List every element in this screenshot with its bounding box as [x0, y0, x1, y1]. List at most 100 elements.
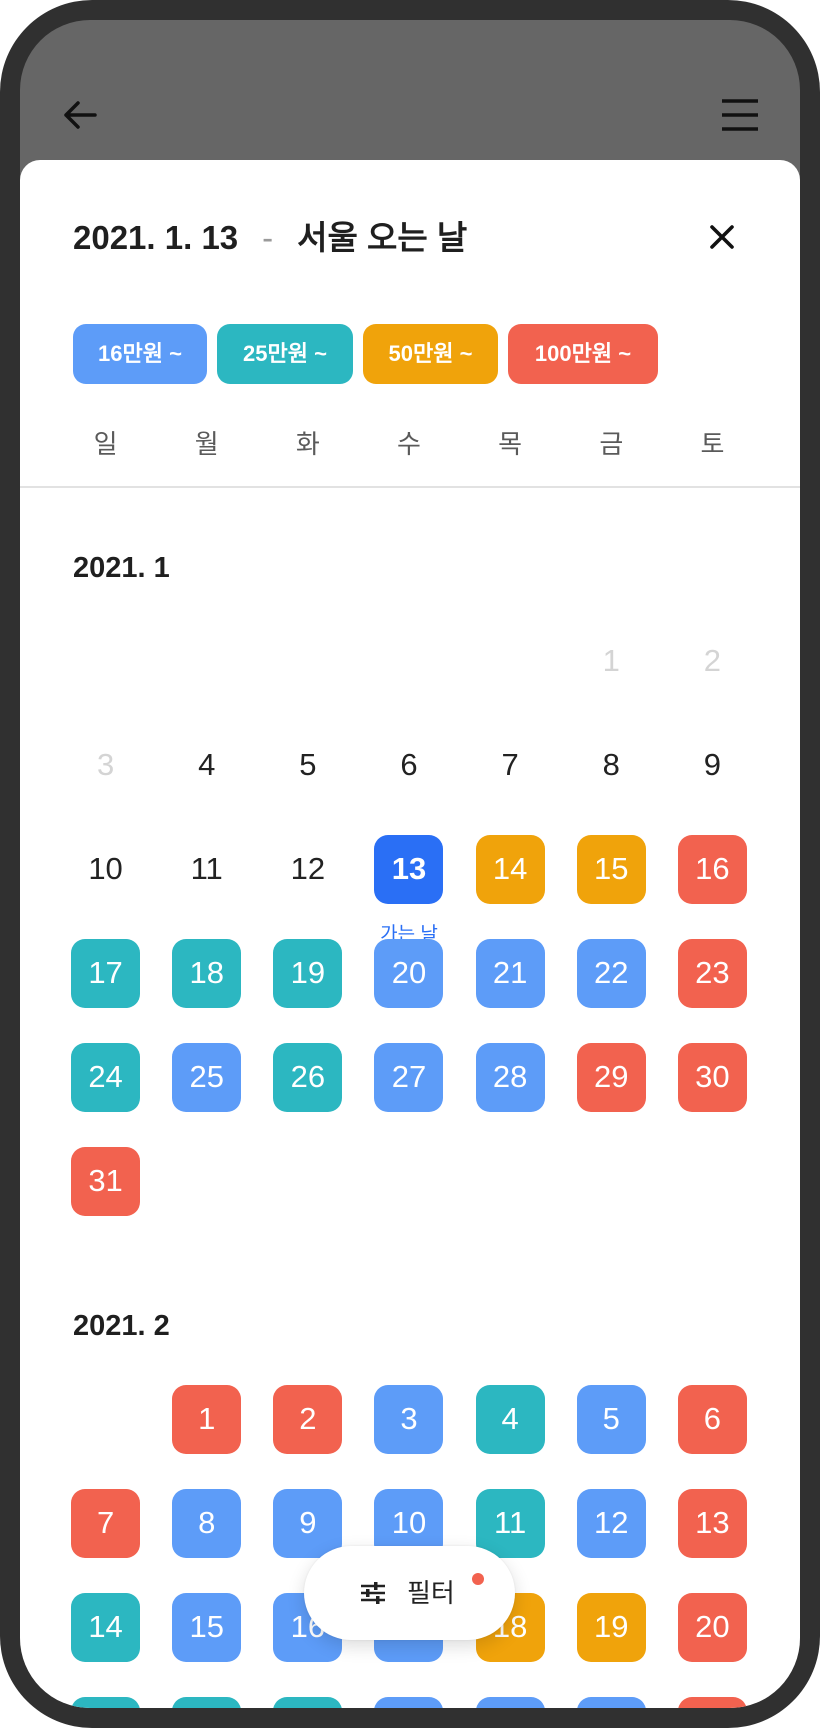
- price-filter-chip-t25[interactable]: 25만원 ~: [217, 324, 353, 384]
- sliders-icon: [359, 1581, 387, 1605]
- calendar-slot: 5: [561, 1367, 662, 1471]
- calendar-day-price-t16[interactable]: [576, 1696, 646, 1708]
- calendar-day-price-t16[interactable]: 27: [374, 1042, 444, 1112]
- calendar-day-price-t100[interactable]: 23: [677, 938, 747, 1008]
- calendar-day-price-t100[interactable]: 20: [677, 1592, 747, 1662]
- calendar-day-price-t25[interactable]: [273, 1696, 343, 1708]
- close-icon[interactable]: [707, 222, 737, 252]
- calendar-day-price-t16[interactable]: 20: [374, 938, 444, 1008]
- calendar-day[interactable]: 6: [374, 731, 443, 800]
- calendar-slot: 1: [156, 1367, 257, 1471]
- calendar-day-price-t100[interactable]: 31: [71, 1146, 141, 1216]
- calendar-day[interactable]: 5: [273, 731, 342, 800]
- title-date: 2021. 1. 13: [73, 219, 239, 256]
- calendar-day-price-t25[interactable]: 26: [273, 1042, 343, 1112]
- calendar-empty-slot: [257, 1129, 358, 1233]
- calendar-day-price-t25[interactable]: 17: [71, 938, 141, 1008]
- filter-badge-dot: [472, 1573, 484, 1585]
- price-filter-chip-t50[interactable]: 50만원 ~: [363, 324, 498, 384]
- calendar-scroll-area[interactable]: 2021. 1 1 2 3 4 5 6 7 8 9 10 11 12 13 가는 날 14 15 16 17 18 19…: [20, 487, 800, 1708]
- calendar-day-price-t25[interactable]: 18: [172, 938, 242, 1008]
- calendar-day-price-t16[interactable]: [374, 1696, 444, 1708]
- calendar-slot: 19: [257, 921, 358, 1025]
- calendar-day-price-t100[interactable]: [677, 1696, 747, 1708]
- calendar-day-price-t16[interactable]: 5: [576, 1384, 646, 1454]
- month-section: 2021. 1 1 2 3 4 5 6 7 8 9 10 11 12 13 가는 날 14 15 16 17 18 19…: [20, 548, 800, 1233]
- title-separator: -: [262, 219, 274, 256]
- sheet-title: 2021. 1. 13- 서울 오는 날: [73, 213, 467, 263]
- calendar-day-price-t25[interactable]: 11: [475, 1488, 545, 1558]
- calendar-day-price-t25[interactable]: 19: [273, 938, 343, 1008]
- calendar-day-price-t50[interactable]: 14: [475, 834, 545, 904]
- calendar-slot: 12: [257, 817, 358, 921]
- calendar-day-price-t25[interactable]: [71, 1696, 141, 1708]
- calendar-empty-slot: [561, 1129, 662, 1233]
- calendar-day-price-t16[interactable]: [475, 1696, 545, 1708]
- calendar-empty-slot: [156, 1129, 257, 1233]
- month-title: 2021. 2: [73, 1310, 170, 1342]
- calendar-day-price-t100[interactable]: 6: [677, 1384, 747, 1454]
- back-arrow-icon[interactable]: [60, 95, 100, 135]
- calendar-slot: 9: [662, 713, 763, 817]
- calendar-empty-slot: [358, 609, 459, 713]
- weekday-label: 목: [498, 429, 523, 459]
- calendar-day-price-t16[interactable]: 3: [374, 1384, 444, 1454]
- calendar-slot: 16: [662, 817, 763, 921]
- calendar-day[interactable]: 4: [172, 731, 241, 800]
- title-label: 서울 오는 날: [297, 219, 468, 256]
- calendar-day-price-t16[interactable]: 22: [576, 938, 646, 1008]
- weekday-label: 일: [93, 429, 118, 459]
- calendar-day[interactable]: 9: [678, 731, 747, 800]
- phone-frame: 2021. 1. 13- 서울 오는 날 16만원 ~25만원 ~50만원 ~10…: [0, 0, 820, 1728]
- calendar-day-price-t16[interactable]: 21: [475, 938, 545, 1008]
- calendar-day-price-t100[interactable]: 1: [172, 1384, 242, 1454]
- calendar-slot: 2: [257, 1367, 358, 1471]
- calendar-day-price-t25[interactable]: 24: [71, 1042, 141, 1112]
- calendar-slot: [156, 1679, 257, 1708]
- calendar-slot: 30: [662, 1025, 763, 1129]
- calendar-day-selected[interactable]: 13: [374, 834, 444, 904]
- calendar-slot: 31: [55, 1129, 156, 1233]
- calendar-day-price-t25[interactable]: 4: [475, 1384, 545, 1454]
- filter-button[interactable]: 필터: [304, 1546, 515, 1640]
- calendar-day-price-t100[interactable]: 16: [677, 834, 747, 904]
- calendar-slot: 5: [257, 713, 358, 817]
- calendar-day-price-t16[interactable]: 25: [172, 1042, 242, 1112]
- calendar-slot: 23: [662, 921, 763, 1025]
- top-bar: [20, 20, 800, 160]
- calendar-day-price-t16[interactable]: 8: [172, 1488, 242, 1558]
- calendar-day-price-t16[interactable]: 15: [172, 1592, 242, 1662]
- calendar-slot: 20: [358, 921, 459, 1025]
- calendar-slot: 15: [156, 1575, 257, 1679]
- calendar-slot: [460, 1679, 561, 1708]
- calendar-day-price-t25[interactable]: [172, 1696, 242, 1708]
- calendar-day-price-t100[interactable]: 30: [677, 1042, 747, 1112]
- calendar-day-price-t100[interactable]: 13: [677, 1488, 747, 1558]
- calendar-day-price-t50[interactable]: 15: [576, 834, 646, 904]
- calendar-day[interactable]: 11: [172, 835, 241, 904]
- calendar-slot: 12: [561, 1471, 662, 1575]
- calendar-day-price-t100[interactable]: 29: [576, 1042, 646, 1112]
- month-grid: 1 2 3 4 5 6 7 8 9 10 11 12 13 가는 날 14 15 16 17 18 19 20 21 22 2…: [55, 609, 763, 1233]
- calendar-slot: 15: [561, 817, 662, 921]
- calendar-slot: 25: [156, 1025, 257, 1129]
- calendar-day[interactable]: 10: [71, 835, 140, 904]
- hamburger-menu-icon[interactable]: [720, 95, 760, 135]
- calendar-day-price-t16[interactable]: 28: [475, 1042, 545, 1112]
- calendar-slot: 20: [662, 1575, 763, 1679]
- calendar-day[interactable]: 7: [476, 731, 545, 800]
- calendar-day-price-t100[interactable]: 7: [71, 1488, 141, 1558]
- calendar-day-price-t50[interactable]: 19: [576, 1592, 646, 1662]
- calendar-slot: 14: [460, 817, 561, 921]
- calendar-day-price-t25[interactable]: 14: [71, 1592, 141, 1662]
- calendar-day-price-t16[interactable]: 9: [273, 1488, 343, 1558]
- calendar-day[interactable]: 8: [577, 731, 646, 800]
- calendar-empty-slot: [156, 609, 257, 713]
- calendar-slot: [358, 1679, 459, 1708]
- price-filter-chip-t100[interactable]: 100만원 ~: [508, 324, 658, 384]
- calendar-day-price-t16[interactable]: 12: [576, 1488, 646, 1558]
- calendar-day[interactable]: 12: [273, 835, 342, 904]
- price-filter-chip-t16[interactable]: 16만원 ~: [73, 324, 207, 384]
- calendar-day-price-t100[interactable]: 2: [273, 1384, 343, 1454]
- calendar-empty-slot: [460, 1129, 561, 1233]
